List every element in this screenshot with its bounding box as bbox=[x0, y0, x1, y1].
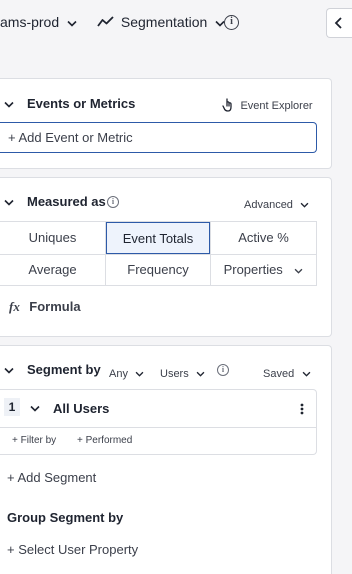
segment-section-title: Segment by bbox=[27, 362, 101, 377]
info-icon[interactable]: i bbox=[107, 196, 119, 208]
events-section-title: Events or Metrics bbox=[27, 96, 136, 111]
formula-label: Formula bbox=[29, 299, 81, 314]
project-dropdown[interactable]: ams-prod bbox=[0, 14, 77, 30]
select-user-property-button[interactable]: + Select User Property bbox=[7, 542, 138, 557]
chart-type-label: Segmentation bbox=[120, 14, 208, 30]
chevron-down-icon bbox=[67, 20, 77, 27]
any-dropdown[interactable]: Any bbox=[109, 364, 144, 382]
info-icon[interactable]: i bbox=[224, 15, 239, 30]
filter-by-button[interactable]: + Filter by bbox=[12, 435, 56, 446]
group-segment-title: Group Segment by bbox=[7, 510, 124, 525]
formula-icon: fx bbox=[9, 299, 20, 314]
chevron-down-icon bbox=[302, 371, 311, 377]
saved-dropdown[interactable]: Saved bbox=[263, 364, 311, 382]
info-icon[interactable]: i bbox=[217, 364, 229, 376]
option-properties[interactable]: Properties bbox=[211, 254, 316, 286]
pointer-hand-icon bbox=[222, 98, 232, 112]
project-name: ams-prod bbox=[0, 14, 60, 30]
option-active-percent[interactable]: Active % bbox=[211, 222, 316, 254]
option-uniques[interactable]: Uniques bbox=[0, 222, 105, 254]
chevron-down-icon bbox=[300, 202, 309, 208]
event-explorer-link[interactable]: Event Explorer bbox=[222, 96, 313, 112]
add-segment-button[interactable]: + Add Segment bbox=[7, 470, 96, 485]
option-event-totals[interactable]: Event Totals bbox=[106, 222, 210, 254]
top-bar: ams-prod Segmentation i bbox=[0, 0, 352, 46]
collapse-panel-button[interactable] bbox=[326, 8, 352, 38]
option-average[interactable]: Average bbox=[0, 254, 105, 286]
chevron-down-icon[interactable] bbox=[4, 199, 14, 206]
chevron-down-icon bbox=[196, 371, 205, 377]
chevron-down-icon bbox=[295, 268, 303, 274]
performed-button[interactable]: + Performed bbox=[77, 435, 132, 446]
chevron-down-icon bbox=[136, 371, 144, 377]
segment-card: 1 All Users + Filter by + Performed bbox=[0, 389, 317, 455]
advanced-label: Advanced bbox=[244, 199, 293, 211]
any-label: Any bbox=[109, 368, 128, 380]
chevron-down-icon[interactable] bbox=[30, 405, 40, 412]
chevron-left-icon bbox=[334, 17, 342, 29]
users-label: Users bbox=[160, 368, 189, 380]
measured-section-title: Measured as bbox=[27, 194, 106, 209]
saved-label: Saved bbox=[263, 368, 295, 380]
event-explorer-label: Event Explorer bbox=[240, 100, 313, 112]
advanced-dropdown[interactable]: Advanced bbox=[244, 195, 309, 213]
chevron-down-icon[interactable] bbox=[4, 101, 14, 108]
chevron-down-icon[interactable] bbox=[4, 367, 14, 374]
measure-options-grid: Uniques Event Totals Active % Average Fr… bbox=[0, 221, 317, 286]
more-vertical-icon[interactable] bbox=[300, 403, 304, 415]
line-chart-icon bbox=[97, 16, 114, 27]
segment-number-badge: 1 bbox=[4, 398, 20, 416]
users-dropdown[interactable]: Users bbox=[160, 364, 205, 382]
formula-button[interactable]: fx Formula bbox=[9, 298, 81, 316]
add-event-input[interactable]: + Add Event or Metric bbox=[0, 122, 317, 153]
option-properties-label: Properties bbox=[223, 262, 283, 277]
segment-name[interactable]: All Users bbox=[53, 401, 109, 416]
option-frequency[interactable]: Frequency bbox=[106, 254, 210, 286]
chart-type-dropdown[interactable]: Segmentation bbox=[97, 14, 225, 30]
